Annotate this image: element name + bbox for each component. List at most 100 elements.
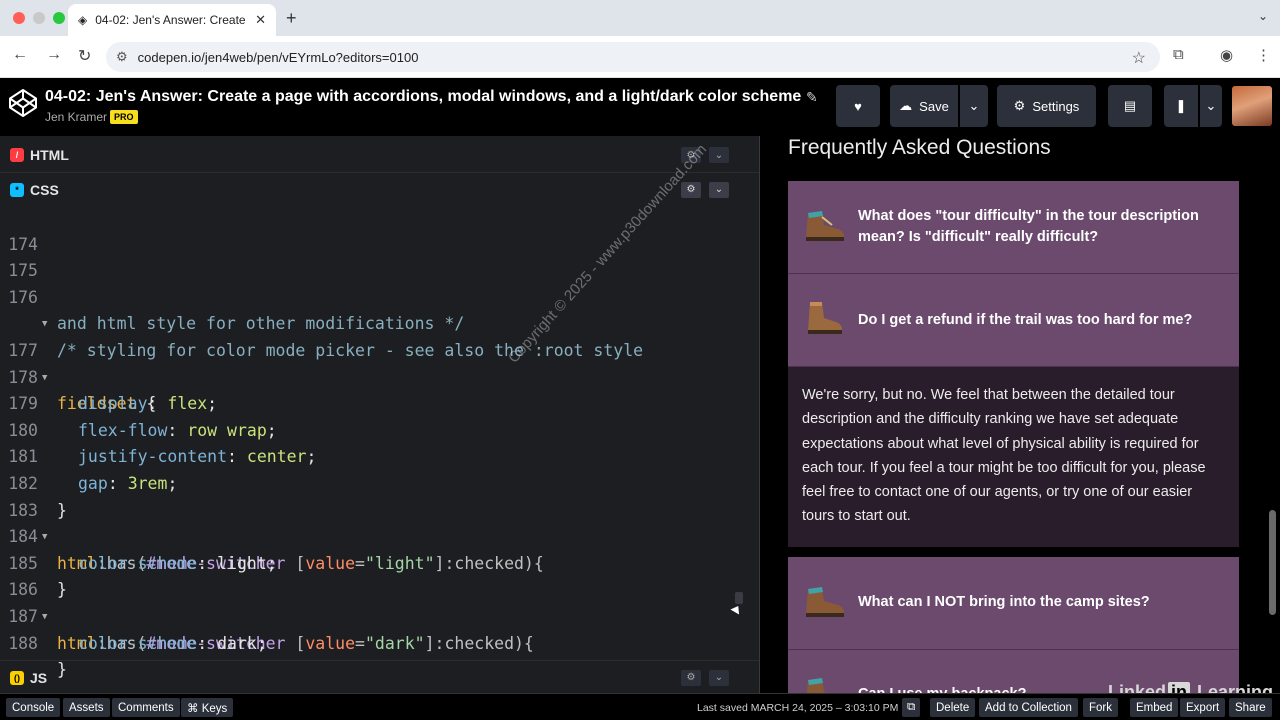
code-line: 181 gap: 3rem; (0, 418, 740, 493)
console-button[interactable]: Console (6, 698, 61, 717)
code-line: and html style for other modifications *… (0, 285, 740, 333)
codepen-favicon-icon: ◈ (78, 13, 88, 27)
faq-divider (788, 546, 1239, 557)
site-info-icon[interactable]: ⚙ (116, 49, 128, 65)
save-options-button[interactable]: ⌄ (960, 85, 988, 127)
open-external-icon[interactable]: ⧉ (902, 698, 921, 717)
code-punct: : (197, 633, 218, 653)
reload-icon[interactable]: ↻ (78, 46, 91, 66)
settings-button[interactable]: ⚙ Settings (997, 85, 1096, 127)
code-punct: ; (256, 633, 267, 653)
code-line: 178 display: flex; (0, 338, 740, 414)
faq-heading: Frequently Asked Questions (788, 136, 1051, 159)
delete-button[interactable]: Delete (930, 698, 976, 717)
extensions-icon[interactable]: ⧉ (1173, 46, 1184, 63)
hiking-boot-icon (806, 586, 844, 617)
code-line: 182 } (0, 444, 740, 520)
html-collapse-icon[interactable]: ⌄ (709, 147, 729, 163)
code-line: 179 flex-flow: row wrap; (0, 365, 740, 440)
code-line: 183 ▼ html:has(#mode-switcher [value="li… (0, 471, 740, 573)
cloud-icon: ☁ (899, 98, 913, 113)
faq-question-2[interactable]: Do I get a refund if the trail was too h… (788, 274, 1239, 367)
heart-icon: ♥ (854, 98, 862, 114)
add-to-collection-button[interactable]: Add to Collection (979, 698, 1078, 717)
share-button[interactable]: Share (1229, 698, 1272, 717)
code-line: 184 color-scheme: light; (0, 498, 740, 573)
hiking-boot-icon (808, 302, 842, 334)
css-icon: * (10, 182, 24, 197)
url-field[interactable]: ⚙ codepen.io/jen4web/pen/vEYrmLo?editors… (106, 42, 1160, 72)
last-saved-status: Last saved MARCH 24, 2025 – 3:03:10 PM (697, 702, 899, 714)
css-collapse-icon[interactable]: ⌄ (709, 181, 729, 198)
codepen-logo-icon[interactable] (8, 88, 38, 118)
editor-resize-handle[interactable] (735, 592, 743, 604)
browser-tab[interactable]: ◈ 04-02: Jen's Answer: Create ✕ (68, 4, 276, 36)
chevron-down-icon: ⌄ (1205, 98, 1217, 113)
html-panel-label: HTML (30, 147, 69, 163)
code-line: 188 } (0, 604, 740, 680)
avatar[interactable] (1232, 86, 1272, 126)
faq-answer: We're sorry, but no. We feel that betwee… (788, 367, 1239, 547)
js-panel-header[interactable]: () JS ⚙ ⌄ (0, 660, 759, 694)
url-text: codepen.io/jen4web/pen/vEYrmLo?editors=0… (137, 49, 419, 65)
browser-tab-bar: ◈ 04-02: Jen's Answer: Create ✕ + ⌄ (0, 0, 1280, 36)
pen-author[interactable]: Jen Kramer (45, 110, 107, 124)
save-label: Save (919, 98, 949, 114)
js-collapse-icon[interactable]: ⌄ (709, 669, 729, 686)
html-icon: / (10, 148, 24, 162)
new-tab-icon[interactable]: + (286, 8, 297, 29)
heart-button[interactable]: ♥ (836, 85, 880, 127)
css-code-editor[interactable]: 174 175 176 ▼ /* styling for color mode … (0, 205, 740, 680)
keys-button[interactable]: ⌘ Keys (181, 698, 234, 717)
export-button[interactable]: Export (1180, 698, 1226, 717)
bookmark-icon: ❚ (1175, 98, 1187, 113)
preview-pane[interactable]: Frequently Asked Questions What does "to… (759, 136, 1280, 710)
embed-button[interactable]: Embed (1130, 698, 1179, 717)
browser-menu-icon[interactable]: ⋮ (1256, 46, 1271, 64)
back-icon[interactable]: ← (12, 46, 28, 64)
fork-button[interactable]: Fork (1083, 698, 1118, 717)
code-punct: } (57, 660, 67, 680)
assets-button[interactable]: Assets (63, 698, 110, 717)
bookmark-star-icon[interactable]: ☆ (1132, 48, 1146, 68)
line-number: 188 (8, 633, 38, 653)
save-button[interactable]: ☁ Save (890, 85, 958, 127)
forward-icon[interactable]: → (46, 46, 62, 64)
maximize-window-button[interactable] (53, 12, 65, 24)
preview-scrollbar[interactable] (1269, 510, 1276, 615)
settings-label: Settings (1032, 98, 1080, 114)
chevron-down-icon: ⌄ (968, 98, 980, 113)
bookmark-button[interactable]: ❚ (1164, 85, 1198, 127)
tab-title: 04-02: Jen's Answer: Create (95, 13, 246, 27)
edit-title-icon[interactable]: ✎ (806, 89, 818, 106)
bookmark-options-button[interactable]: ⌄ (1200, 85, 1222, 127)
faq-accordion: What does "tour difficulty" in the tour … (788, 181, 1239, 710)
js-settings-icon[interactable]: ⚙ (681, 669, 701, 686)
close-tab-icon[interactable]: ✕ (255, 12, 266, 28)
tab-search-icon[interactable]: ⌄ (1258, 9, 1268, 23)
code-punct: = (355, 633, 365, 653)
css-settings-icon[interactable]: ⚙ (681, 181, 701, 198)
code-line: 180 justify-content: center; (0, 391, 740, 467)
pen-title[interactable]: 04-02: Jen's Answer: Create a page with … (45, 88, 801, 106)
code-line: 176 ▼ /* styling for color mode picker -… (0, 258, 740, 360)
gear-icon: ⚙ (1013, 98, 1026, 113)
faq-question-text: Do I get a refund if the trail was too h… (858, 311, 1193, 328)
close-window-button[interactable] (13, 12, 25, 24)
code-attribute: value (305, 633, 356, 653)
profile-icon[interactable]: ◉ (1220, 46, 1233, 64)
code-line: 186 ▼ html:has(#mode-switcher [value="da… (0, 551, 740, 652)
comments-button[interactable]: Comments (112, 698, 180, 717)
code-line: 177 ▼ fieldset { (0, 311, 740, 413)
layout-icon: ▤ (1123, 98, 1137, 113)
code-line: 185 } (0, 524, 740, 600)
html-panel-header[interactable]: / HTML ⚙ ⌄ (0, 138, 759, 172)
faq-question-3[interactable]: What can I NOT bring into the camp sites… (788, 556, 1239, 650)
code-punct: [ (285, 633, 306, 653)
hiking-boot-icon (806, 211, 844, 241)
code-punct: ]:checked){ (424, 633, 534, 653)
change-view-button[interactable]: ▤ (1108, 85, 1152, 127)
minimize-window-button[interactable] (33, 12, 45, 24)
faq-question-1[interactable]: What does "tour difficulty" in the tour … (788, 181, 1239, 274)
css-panel-label: CSS (30, 181, 59, 198)
